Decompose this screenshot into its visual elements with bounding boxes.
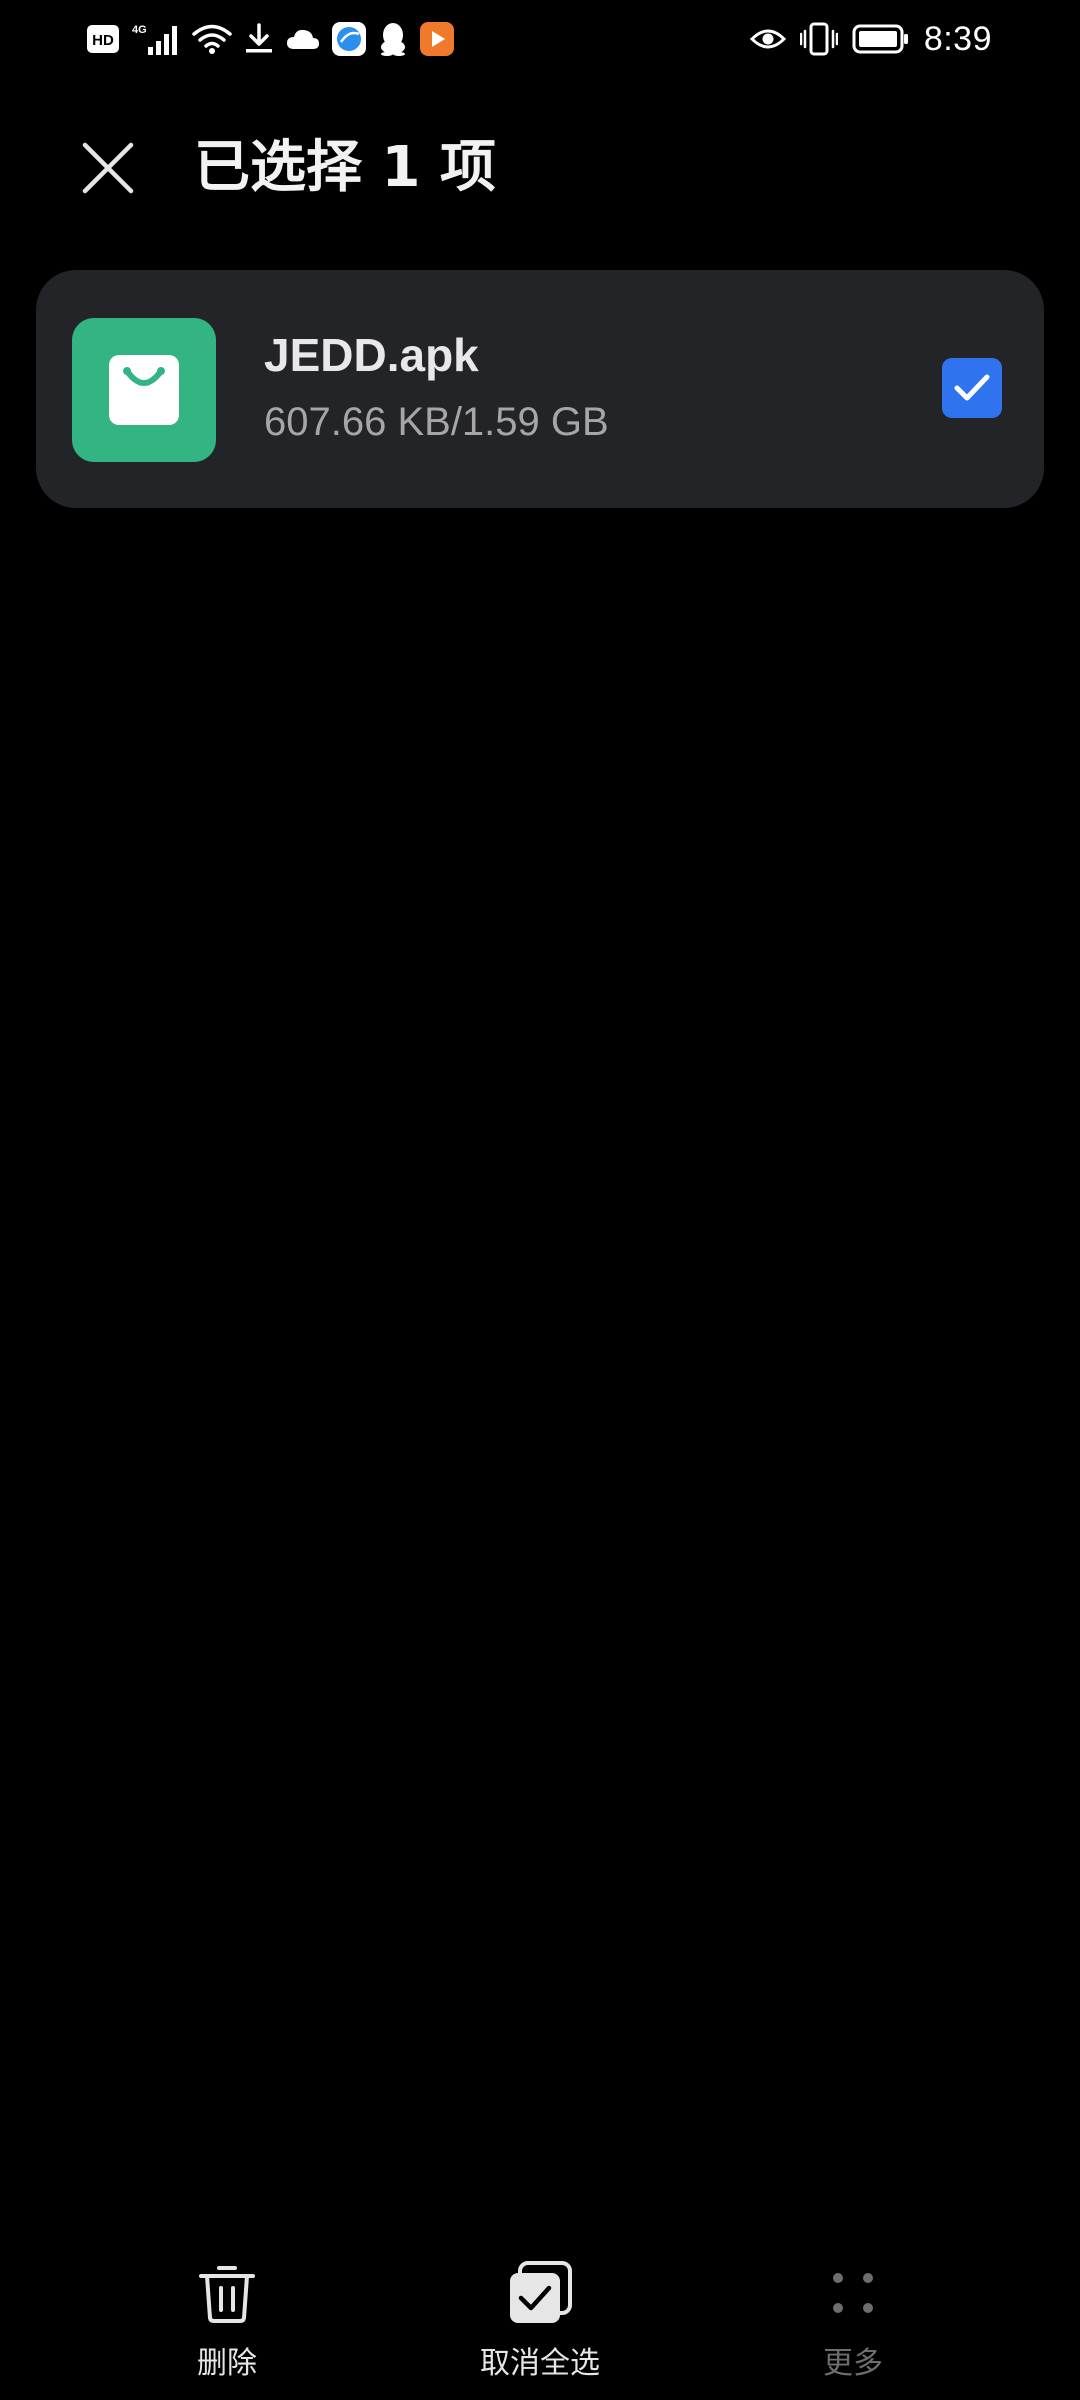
qq-icon [378, 21, 408, 57]
file-name: JEDD.apk [264, 329, 479, 381]
clock-time: 8:39 [923, 19, 992, 58]
close-icon [82, 142, 134, 194]
checkmark-icon [954, 374, 990, 401]
hd-text: HD [92, 32, 114, 49]
eye-comfort-icon [749, 21, 786, 57]
apk-shopping-bag-icon [72, 318, 216, 462]
browser-app-icon [332, 21, 366, 57]
wifi-icon [192, 21, 232, 57]
video-app-icon [420, 21, 454, 57]
deselect-all-button[interactable]: 取消全选 [420, 2258, 660, 2388]
delete-button[interactable]: 删除 [107, 2258, 347, 2388]
hd-icon: HD [86, 21, 120, 57]
download-icon [244, 21, 274, 57]
network-type-text: 4G [132, 24, 147, 36]
delete-label: 删除 [197, 2346, 257, 2381]
file-list-item[interactable]: JEDD.apk 607.66 KB/1.59 GB [36, 270, 1044, 508]
file-select-checkbox[interactable] [942, 358, 1002, 418]
deselect-all-label: 取消全选 [480, 2346, 600, 2381]
status-bar-right: 8:39 [749, 18, 992, 60]
file-size: 607.66 KB/1.59 GB [264, 400, 609, 444]
bottom-toolbar: 删除 取消全选 更多 [0, 2250, 1080, 2400]
more-button[interactable]: 更多 [733, 2258, 973, 2388]
more-dots-icon [818, 2258, 888, 2328]
battery-icon [852, 21, 910, 57]
signal-4g-icon: 4G [132, 21, 180, 57]
status-bar-left: HD 4G [86, 18, 454, 60]
more-label: 更多 [823, 2346, 883, 2381]
trash-icon [192, 2258, 262, 2328]
page-title: 已选择 1 项 [194, 135, 496, 200]
vibrate-icon [799, 21, 838, 57]
select-all-checkbox-icon [505, 2258, 575, 2328]
selection-app-bar: 已选择 1 项 [0, 110, 1080, 220]
close-button[interactable] [68, 128, 148, 208]
status-bar: HD 4G 8:39 [0, 0, 1080, 80]
cloud-icon [286, 21, 320, 57]
